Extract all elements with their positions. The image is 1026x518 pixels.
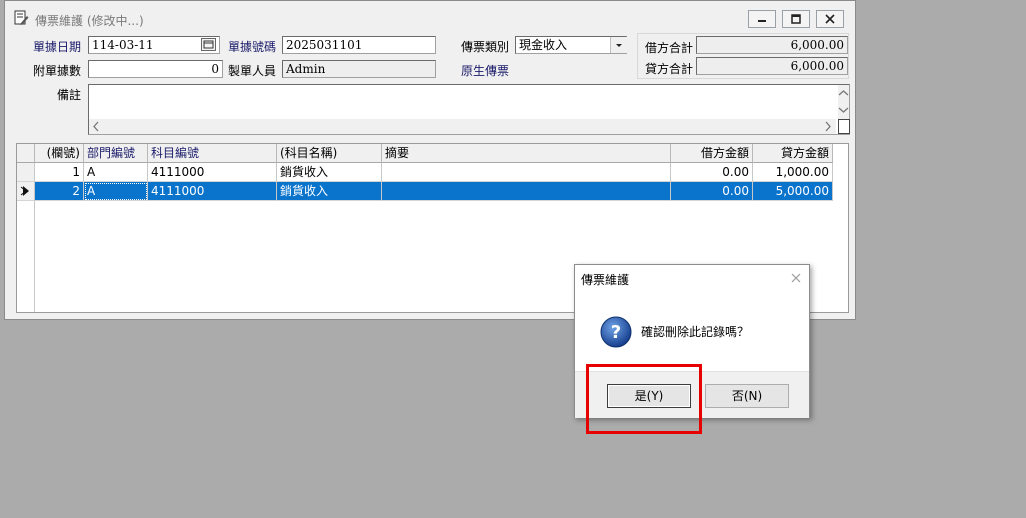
dialog-message: 確認刪除此記錄嗎？ (641, 325, 750, 339)
remark-vertical-scrollbar[interactable] (838, 85, 849, 119)
cell-no[interactable]: 1 (35, 163, 84, 182)
col-header-memo[interactable]: 摘要 (382, 144, 671, 163)
credit-total-label: 貸方合計 (645, 62, 694, 76)
minimize-button[interactable] (748, 10, 776, 28)
remark-horizontal-scrollbar[interactable] (89, 119, 836, 134)
cell-memo[interactable] (382, 182, 671, 201)
col-header-account[interactable]: 科目編號 (148, 144, 277, 163)
calendar-button[interactable] (201, 38, 216, 51)
dialog-title: 傳票維護 (581, 273, 630, 287)
cell-account-name[interactable]: 銷貨收入 (277, 163, 382, 182)
cell-memo[interactable] (382, 163, 671, 182)
creator-label: 製單人員 (228, 64, 277, 78)
scroll-down-icon (838, 107, 849, 113)
creator-value: Admin (286, 62, 326, 76)
current-row-arrow-icon (20, 186, 29, 196)
scroll-left-icon (93, 121, 99, 132)
debit-total-label: 借方合計 (645, 41, 694, 55)
window-title: 傳票維護 (修改中...) (35, 14, 144, 28)
title-bar[interactable]: 傳票維護 (修改中...) (5, 1, 855, 33)
col-header-no[interactable]: (欄號) (35, 144, 84, 163)
cell-credit[interactable]: 5,000.00 (753, 182, 833, 201)
dialog-close-icon[interactable] (789, 271, 803, 285)
original-voucher-link[interactable]: 原生傳票 (461, 62, 509, 79)
minimize-icon (758, 20, 766, 22)
restore-icon (791, 14, 801, 24)
voucher-type-label: 傳票類別 (461, 40, 510, 54)
calendar-icon (203, 40, 214, 49)
debit-total-value: 6,000.00 (790, 38, 844, 52)
cell-debit[interactable]: 0.00 (671, 182, 753, 201)
cell-account-name[interactable]: 銷貨收入 (277, 182, 382, 201)
attach-count-label: 附單據數 (33, 64, 82, 78)
cell-account[interactable]: 4111000 (148, 163, 277, 182)
cell-account[interactable]: 4111000 (148, 182, 277, 201)
doc-no-label: 單據號碼 (228, 40, 277, 54)
doc-date-label: 單據日期 (33, 40, 82, 54)
scroll-up-icon (838, 90, 849, 96)
resize-grip[interactable] (838, 119, 850, 134)
doc-date-value: 114-03-11 (92, 38, 154, 52)
row-indicator-current[interactable] (17, 182, 35, 201)
maximize-button[interactable] (782, 10, 810, 28)
cell-dept[interactable]: A (84, 163, 148, 182)
creator-field: Admin (282, 60, 436, 78)
indicator-column-divider (34, 201, 35, 312)
row-indicator[interactable] (17, 163, 35, 182)
voucher-type-dropdown[interactable] (610, 37, 627, 53)
question-icon: ? (600, 316, 632, 348)
remark-label: 備註 (57, 88, 82, 102)
highlight-box (586, 364, 702, 434)
attach-count-field[interactable]: 0 (88, 60, 223, 78)
cell-dept-focused[interactable]: A (84, 182, 148, 201)
col-header-debit[interactable]: 借方金額 (671, 144, 753, 163)
close-button[interactable] (816, 10, 844, 28)
scroll-right-icon (825, 121, 831, 132)
close-icon (825, 14, 835, 24)
credit-total-value: 6,000.00 (790, 59, 844, 73)
col-header-dept[interactable]: 部門編號 (84, 144, 148, 163)
col-header-credit[interactable]: 貸方金額 (753, 144, 833, 163)
dropdown-arrow-icon (616, 44, 622, 47)
voucher-type-value: 現金收入 (519, 38, 568, 52)
cell-credit[interactable]: 1,000.00 (753, 163, 833, 182)
cell-debit[interactable]: 0.00 (671, 163, 753, 182)
cell-no[interactable]: 2 (35, 182, 84, 201)
doc-no-field[interactable]: 2025031101 (282, 36, 436, 54)
debit-total-field: 6,000.00 (696, 36, 848, 54)
no-button[interactable]: 否(N) (705, 384, 789, 408)
attach-count-value: 0 (211, 62, 219, 76)
document-edit-icon (14, 10, 29, 25)
row-indicator-header (17, 144, 35, 163)
credit-total-field: 6,000.00 (696, 57, 848, 75)
col-header-account-name[interactable]: (科目名稱) (277, 144, 382, 163)
svg-text:?: ? (611, 322, 621, 343)
doc-no-value: 2025031101 (286, 38, 363, 52)
